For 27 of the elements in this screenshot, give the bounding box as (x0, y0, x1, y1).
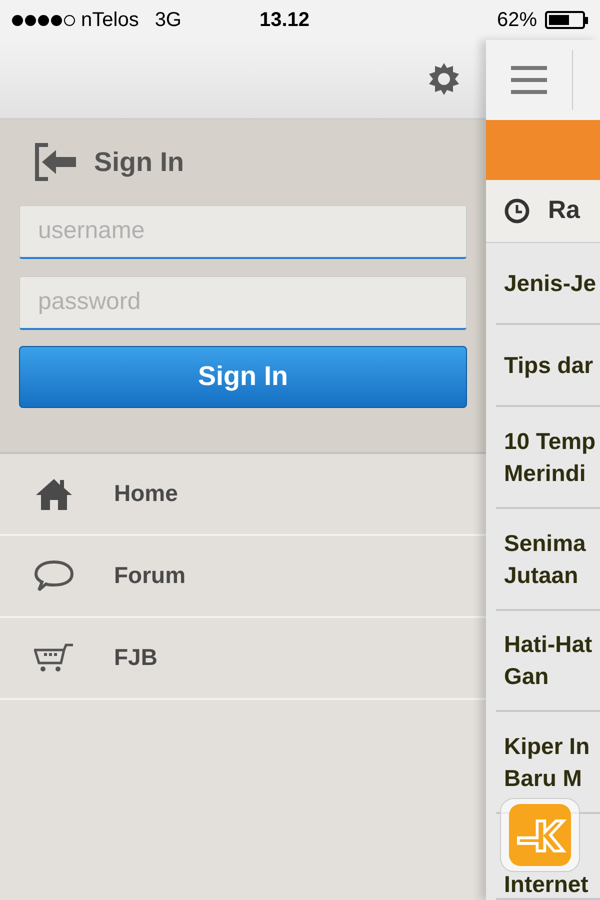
clock: 13.12 (260, 8, 310, 33)
settings-icon (426, 61, 462, 97)
article-title[interactable]: Kiper In Baru M (504, 730, 600, 794)
speech-bubble-icon (34, 558, 74, 592)
signal-icon (12, 14, 75, 26)
app-logo-icon[interactable] (500, 798, 580, 872)
battery-percent: 62% (496, 8, 537, 33)
sign-in-button[interactable]: Sign In (19, 346, 467, 408)
article-title[interactable]: Senima Jutaan (504, 526, 600, 591)
username-field[interactable]: username (19, 204, 467, 258)
clock-icon (504, 198, 530, 224)
article-title[interactable]: Hati-Hat Gan (504, 628, 600, 692)
home-icon (34, 476, 74, 510)
article-title[interactable]: 10 Temp Merindi (504, 424, 600, 489)
sign-in-icon (34, 142, 78, 182)
article-title[interactable]: Tips dar (504, 349, 600, 382)
article-title[interactable]: Internet (504, 872, 600, 896)
network-type: 3G (154, 8, 182, 33)
article-title[interactable]: Jenis-Je (504, 267, 600, 300)
password-field[interactable]: password (19, 276, 467, 330)
menu-icon (511, 64, 547, 95)
menu-item[interactable]: Home (0, 454, 486, 536)
feed-title: Ra (548, 195, 580, 226)
carrier-name: nTelos (81, 8, 139, 33)
cart-icon (34, 642, 74, 672)
sign-in-title: Sign In (94, 146, 184, 179)
battery-icon (545, 11, 588, 29)
